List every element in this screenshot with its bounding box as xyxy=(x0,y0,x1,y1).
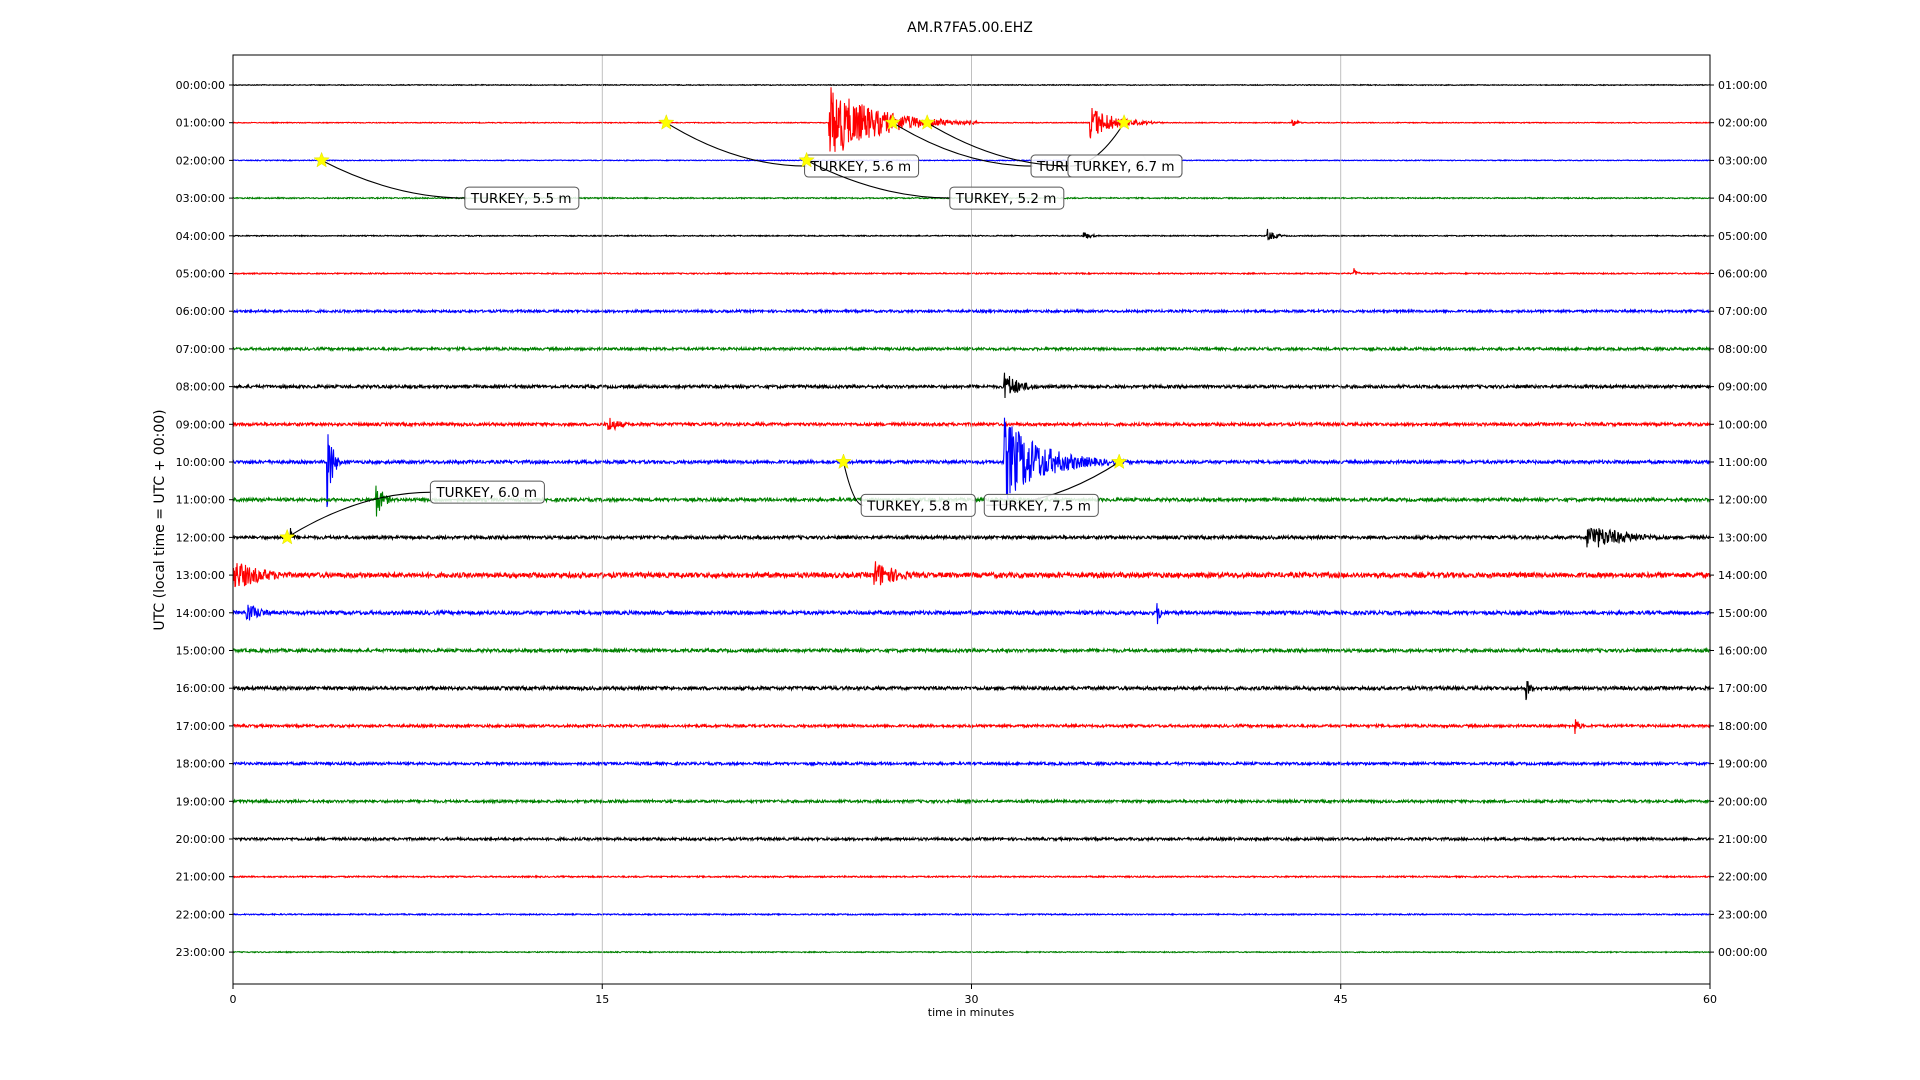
event-star-marker xyxy=(1115,113,1133,130)
annotation-label: TURKEY, 5.8 m xyxy=(866,498,968,514)
event-star-marker xyxy=(313,151,330,168)
y-tick-label-right: 15:00:00 xyxy=(1718,607,1767,620)
y-tick-label-left: 07:00:00 xyxy=(176,343,225,356)
y-tick-label-left: 11:00:00 xyxy=(176,494,225,507)
y-tick-label-left: 13:00:00 xyxy=(176,569,225,582)
y-tick-label-right: 14:00:00 xyxy=(1718,569,1767,582)
y-tick-label-right: 20:00:00 xyxy=(1718,795,1767,808)
y-tick-label-right: 11:00:00 xyxy=(1718,456,1767,469)
x-axis-label: time in minutes xyxy=(928,1006,1015,1019)
annotation-label: TURKEY, 5.2 m xyxy=(955,191,1057,207)
annotation-leader-line xyxy=(665,122,807,167)
y-tick-label-right: 18:00:00 xyxy=(1718,720,1767,733)
y-tick-label-left: 04:00:00 xyxy=(176,230,225,243)
y-tick-label-right: 17:00:00 xyxy=(1718,682,1767,695)
event-star-marker xyxy=(278,528,296,545)
x-tick-label: 15 xyxy=(595,993,609,1006)
y-tick-label-right: 19:00:00 xyxy=(1718,758,1767,771)
y-tick-label-right: 02:00:00 xyxy=(1718,117,1767,130)
y-tick-label-right: 08:00:00 xyxy=(1718,343,1767,356)
y-tick-label-right: 10:00:00 xyxy=(1718,418,1767,431)
y-tick-label-left: 16:00:00 xyxy=(176,682,225,695)
y-tick-label-left: 05:00:00 xyxy=(176,268,225,281)
y-tick-label-left: 03:00:00 xyxy=(176,192,225,205)
y-tick-label-right: 12:00:00 xyxy=(1718,494,1767,507)
y-tick-label-right: 00:00:00 xyxy=(1718,946,1767,959)
helicorder-chart: AM.R7FA5.00.EHZ 00:00:00 01:00:00 02:00:00… xyxy=(152,20,1767,1019)
y-tick-label-left: 20:00:00 xyxy=(176,833,225,846)
event-star-marker xyxy=(1110,453,1128,470)
y-tick-label-right: 03:00:00 xyxy=(1718,154,1767,167)
y-tick-label-right: 23:00:00 xyxy=(1718,908,1767,921)
y-tick-label-right: 06:00:00 xyxy=(1718,268,1767,281)
x-tick-label: 60 xyxy=(1703,993,1717,1006)
y-tick-label-left: 02:00:00 xyxy=(176,154,225,167)
y-tick-label-left: 12:00:00 xyxy=(176,531,225,544)
y-tick-label-left: 21:00:00 xyxy=(176,871,225,884)
y-tick-label-right: 07:00:00 xyxy=(1718,305,1767,318)
y-tick-label-left: 01:00:00 xyxy=(176,117,225,130)
y-tick-label-left: 10:00:00 xyxy=(176,456,225,469)
y-tick-label-left: 18:00:00 xyxy=(176,758,225,771)
event-annotation: TURKEY, 6.7 m xyxy=(1067,113,1183,178)
y-tick-label-left: 23:00:00 xyxy=(176,946,225,959)
y-tick-label-left: 08:00:00 xyxy=(176,381,225,394)
annotation-label: TURKEY, 6.0 m xyxy=(435,485,537,501)
annotation-label: TURKEY, 5.6 m xyxy=(810,159,912,175)
y-axis-label: UTC (local time = UTC + 00:00) xyxy=(152,409,168,630)
y-tick-label-left: 14:00:00 xyxy=(176,607,225,620)
x-tick-label: 30 xyxy=(965,993,979,1006)
y-tick-label-right: 01:00:00 xyxy=(1718,79,1767,92)
x-tick-label: 0 xyxy=(230,993,237,1006)
y-tick-label-left: 00:00:00 xyxy=(176,79,225,92)
y-tick-label-right: 16:00:00 xyxy=(1718,645,1767,658)
annotation-leader-line xyxy=(321,159,467,199)
y-tick-label-right: 13:00:00 xyxy=(1718,531,1767,544)
x-axis: 0 15 30 45 60 xyxy=(230,984,1717,1006)
y-tick-label-right: 22:00:00 xyxy=(1718,871,1767,884)
y-tick-label-right: 05:00:00 xyxy=(1718,230,1767,243)
event-annotations: TURKEY, 5.5 m TURKEY, 5.6 m TURKEY, 5.2 m T… xyxy=(278,113,1183,545)
annotation-label: TURKEY, 6.7 m xyxy=(1073,159,1175,175)
y-tick-label-right: 21:00:00 xyxy=(1718,833,1767,846)
y-tick-label-left: 09:00:00 xyxy=(176,418,225,431)
event-star-marker xyxy=(918,113,936,130)
y-tick-label-left: 17:00:00 xyxy=(176,720,225,733)
y-tick-label-right: 04:00:00 xyxy=(1718,192,1767,205)
y-tick-label-left: 22:00:00 xyxy=(176,908,225,921)
event-star-marker xyxy=(835,453,852,470)
annotation-label: TURKEY, 7.5 m xyxy=(989,498,1091,514)
y-tick-label-left: 15:00:00 xyxy=(176,645,225,658)
y-tick-label-left: 19:00:00 xyxy=(176,795,225,808)
event-star-marker xyxy=(657,113,675,130)
annotation-label: TURKEY, 5.5 m xyxy=(470,191,572,207)
chart-title: AM.R7FA5.00.EHZ xyxy=(907,20,1033,36)
x-tick-label: 45 xyxy=(1334,993,1348,1006)
event-annotation: TURKEY, 6.0 m xyxy=(278,480,545,545)
y-tick-label-left: 06:00:00 xyxy=(176,305,225,318)
y-tick-label-right: 09:00:00 xyxy=(1718,381,1767,394)
